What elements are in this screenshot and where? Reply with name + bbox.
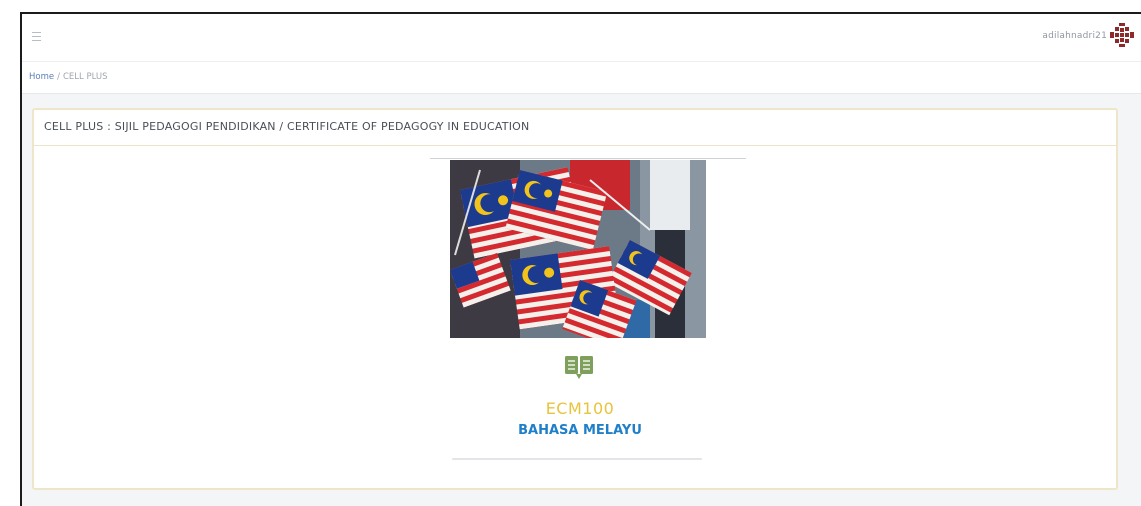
app-frame: adilahnadri21 Home / CELL PLUS CELL PLUS… [20, 12, 1141, 506]
breadcrumb-current: CELL PLUS [62, 72, 108, 82]
hamburger-icon[interactable] [32, 28, 44, 44]
course-card[interactable]: ECM100 BAHASA MELAYU [430, 158, 746, 466]
malaysian-flags-image[interactable] [450, 160, 706, 338]
breadcrumb-bar: Home / CELL PLUS [22, 62, 1141, 94]
username-label[interactable]: adilahnadri21 [1042, 31, 1107, 41]
course-name[interactable]: BAHASA MELAYU [430, 423, 730, 438]
panel-title: CELL PLUS : SIJIL PEDAGOGI PENDIDIKAN / … [34, 110, 1116, 146]
course-code[interactable]: ECM100 [430, 399, 730, 418]
open-book-icon [565, 356, 593, 379]
card-divider-top [430, 158, 746, 159]
course-category-panel: CELL PLUS : SIJIL PEDAGOGI PENDIDIKAN / … [32, 108, 1118, 490]
top-navbar: adilahnadri21 [22, 14, 1141, 62]
breadcrumb: Home / CELL PLUS [29, 72, 108, 82]
breadcrumb-home-link[interactable]: Home [29, 72, 54, 82]
breadcrumb-separator: / [57, 72, 60, 82]
card-divider-bottom [452, 458, 702, 460]
avatar-pattern-icon[interactable] [1109, 22, 1135, 48]
